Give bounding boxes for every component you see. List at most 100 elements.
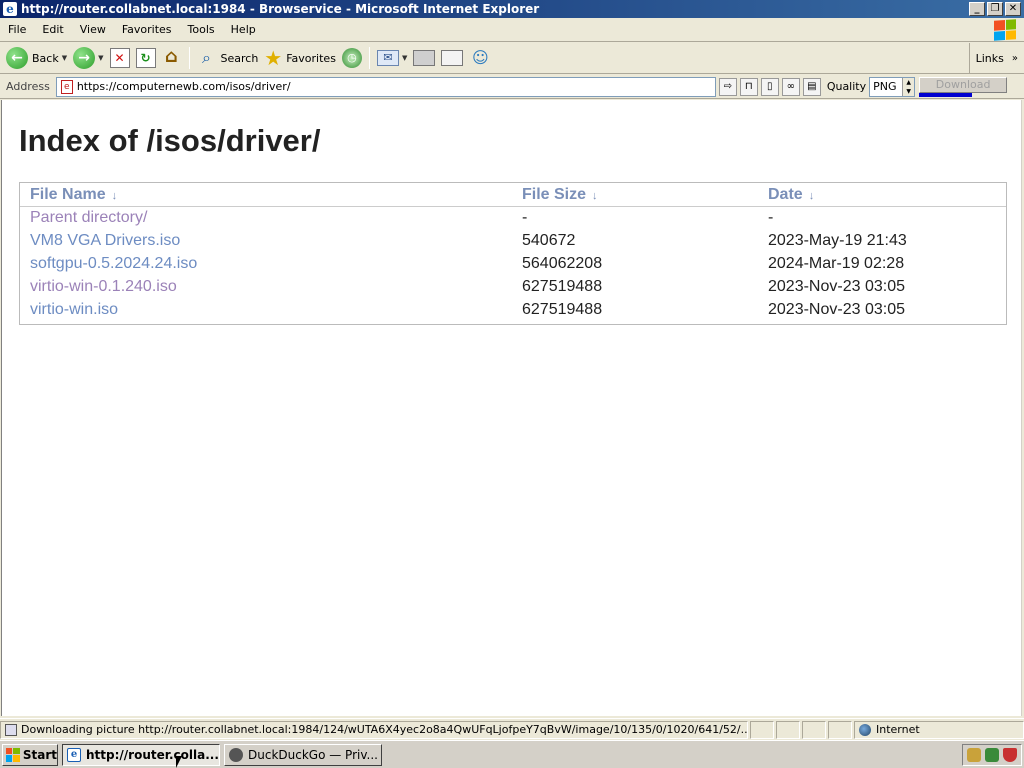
spinner-icon[interactable]: ▲ ▼ [902,77,915,96]
sort-arrow-icon: ↓ [111,189,118,202]
favorites-button[interactable]: ★ Favorites [261,45,339,71]
quality-label: Quality [826,80,867,93]
address-bar: Address e https://computernewb.com/isos/… [0,75,1024,99]
close-button[interactable]: ✕ [1005,2,1021,16]
file-link[interactable]: virtio-win-0.1.240.iso [30,278,177,295]
back-label: Back [32,51,59,65]
back-dropdown-icon[interactable]: ▼ [62,54,67,62]
page-content: Index of /isos/driver/ File Name ↓ File S… [1,100,1022,716]
refresh-button[interactable]: ↻ [133,45,159,71]
system-tray [962,743,1022,766]
file-date: 2023-Nov-23 03:05 [768,300,905,318]
sort-arrow-icon: ↓ [592,189,598,202]
menu-favorites[interactable]: Favorites [114,23,180,36]
taskbar: Start e http://router.colla... DuckDuckG… [0,740,1024,768]
edit-page-icon [441,50,464,66]
file-link[interactable]: Parent directory/ [30,209,147,226]
tray-network-icon[interactable] [985,747,999,762]
start-button[interactable]: Start [2,743,58,766]
find-binoculars-icon[interactable]: ∞ [781,77,800,96]
status-cell [828,720,852,739]
page-bookmark-icon[interactable]: ▯ [760,77,779,96]
home-button[interactable]: ⌂ [159,45,185,71]
quality-value: PNG [873,80,897,93]
history-button[interactable]: ◷ [339,45,365,71]
messenger-button[interactable]: ☺ [466,45,494,71]
status-cell [802,720,826,739]
toolbar: ← Back ▼ → ▼ ✕ ↻ ⌂ ⌕ Search ★ Favorites … [0,43,1024,74]
home-icon: ⌂ [165,46,178,67]
taskbar-item-ie[interactable]: e http://router.colla... [62,743,220,766]
file-size: 627519488 [522,277,603,295]
bookmark-icon[interactable]: ⊓ [739,77,758,96]
star-icon: ★ [264,46,283,70]
sort-arrow-icon: ↓ [808,189,815,202]
status-cell [750,720,774,739]
file-size: - [522,208,528,226]
menu-file[interactable]: File [0,23,34,36]
menu-bar: File Edit View Favorites Tools Help [0,18,1024,42]
menu-help[interactable]: Help [223,23,264,36]
links-toolbar[interactable]: Links » [968,43,1024,73]
address-url: https://computernewb.com/isos/driver/ [76,80,291,93]
file-link[interactable]: virtio-win.iso [30,301,118,318]
clipboard-icon[interactable]: ▤ [802,77,821,96]
edit-button[interactable] [438,45,466,71]
search-button[interactable]: ⌕ Search [194,45,262,71]
links-chevron-icon[interactable]: » [1012,53,1018,64]
menu-view[interactable]: View [72,23,114,36]
search-label: Search [220,51,259,65]
column-label: File Size [522,185,587,203]
status-bar: Downloading picture http://router.collab… [0,718,1024,740]
menu-edit[interactable]: Edit [34,23,71,36]
mouse-cursor-icon [176,756,182,768]
stop-icon: ✕ [109,48,130,68]
status-message: Downloading picture http://router.collab… [0,720,748,739]
messenger-icon: ☺ [471,48,489,67]
file-link[interactable]: VM8 VGA Drivers.iso [30,232,180,249]
column-label: Date [768,185,803,203]
favorites-label: Favorites [286,51,336,65]
table-row: VM8 VGA Drivers.iso 540672 2023-May-19 2… [20,229,1006,252]
window-controls: _ ❐ ✕ [969,2,1021,16]
column-file-name[interactable]: File Name ↓ [20,183,512,207]
windows-logo-icon [994,19,1016,41]
taskbar-item-duckduckgo[interactable]: DuckDuckGo — Priv... [224,743,382,766]
task-label: DuckDuckGo — Priv... [248,747,378,762]
mail-button[interactable]: ✉ ▼ [374,45,410,71]
title-bar: e http://router.collabnet.local:1984 - B… [0,0,1024,18]
search-icon: ⌕ [202,48,211,67]
start-label: Start [22,747,57,762]
column-date[interactable]: Date ↓ [758,183,1006,207]
column-file-size[interactable]: File Size ↓ [512,183,758,207]
ie-logo-icon: e [3,2,17,16]
table-header-row: File Name ↓ File Size ↓ Date ↓ [20,183,1006,207]
mail-dropdown-icon[interactable]: ▼ [402,54,407,62]
page-icon: e [60,79,73,94]
quality-select[interactable]: PNG ▲ ▼ [869,76,916,97]
windows-logo-icon [6,747,20,762]
back-button[interactable]: ← Back ▼ [3,45,70,71]
download-progress-bar [919,92,972,97]
address-label: Address [6,80,50,93]
forward-button[interactable]: → ▼ [70,45,106,71]
status-text: Downloading picture http://router.collab… [21,723,748,736]
menu-tools[interactable]: Tools [180,23,223,36]
address-input[interactable]: e https://computernewb.com/isos/driver/ [55,76,716,97]
tray-tools-icon[interactable] [967,747,981,762]
task-label: http://router.colla... [86,747,219,762]
stop-button[interactable]: ✕ [107,45,133,71]
duckduckgo-icon [229,747,243,762]
table-row: virtio-win-0.1.240.iso 627519488 2023-No… [20,275,1006,298]
minimize-button[interactable]: _ [969,2,985,16]
forward-dropdown-icon[interactable]: ▼ [98,54,103,62]
maximize-button[interactable]: ❐ [987,2,1003,16]
download-button[interactable]: Download [919,76,1008,93]
tray-shield-icon[interactable] [1003,747,1017,762]
links-label: Links [975,51,1004,65]
security-zone: Internet [854,720,1024,739]
file-table: File Name ↓ File Size ↓ Date ↓ Parent direc… [20,183,1006,321]
print-button[interactable] [410,45,438,71]
file-link[interactable]: softgpu-0.5.2024.24.iso [30,255,197,272]
go-arrow-icon[interactable]: ⇨ [718,77,737,96]
